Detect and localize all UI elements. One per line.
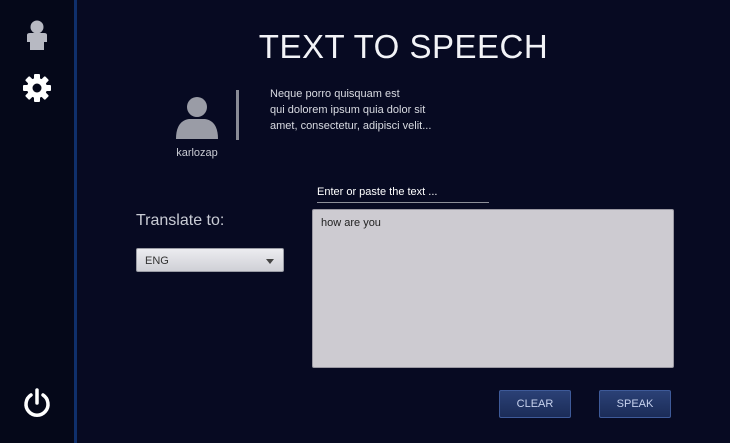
gear-icon[interactable]: [22, 73, 52, 103]
person-icon[interactable]: [22, 19, 52, 50]
text-input-label: Enter or paste the text ...: [317, 186, 489, 203]
power-icon[interactable]: [22, 388, 52, 418]
username: karlozap: [176, 147, 218, 159]
text-input-value: how are you: [321, 217, 381, 229]
text-input-area[interactable]: how are you: [312, 209, 674, 368]
language-select-value: ENG: [145, 255, 169, 267]
speak-button[interactable]: SPEAK: [599, 390, 671, 418]
bio-line: qui dolorem ipsum quia dolor sit: [270, 104, 426, 116]
sidebar: [0, 0, 77, 443]
translate-label: Translate to:: [136, 212, 225, 229]
avatar: [174, 95, 220, 139]
chevron-down-icon: [266, 259, 274, 264]
page-title: TEXT TO SPEECH: [258, 28, 549, 65]
bio-line: Neque porro quisquam est: [270, 88, 400, 100]
main-panel: TEXT TO SPEECH karlozap Neque porro quis…: [77, 0, 730, 443]
profile-divider: [236, 90, 239, 140]
bio-line: amet, consectetur, adipisci velit...: [270, 120, 432, 132]
clear-button[interactable]: CLEAR: [499, 390, 571, 418]
profile-bio: Neque porro quisquam est qui dolorem ips…: [270, 86, 470, 134]
language-select[interactable]: ENG: [136, 248, 284, 272]
